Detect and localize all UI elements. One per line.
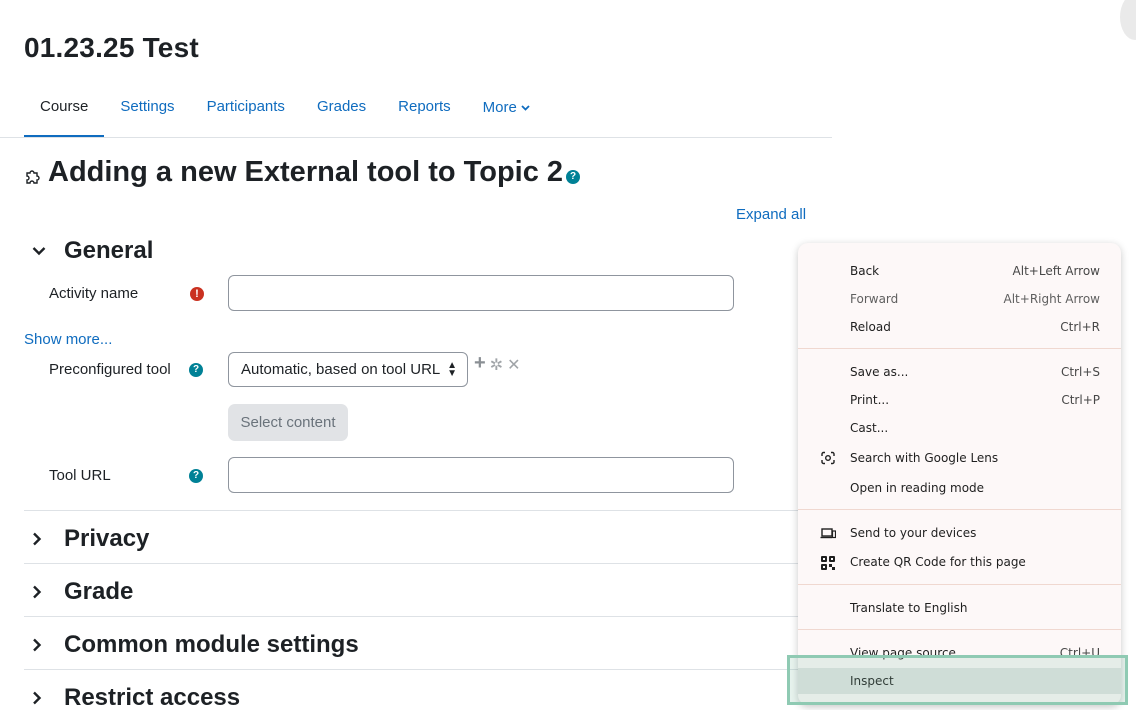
- tool-url-label: Tool URL: [49, 467, 111, 484]
- chevron-down-icon: [24, 239, 58, 263]
- google-lens-icon: [820, 451, 836, 465]
- section-grade-header[interactable]: Grade: [24, 578, 133, 606]
- course-nav: Course Settings Participants Grades Repo…: [24, 86, 832, 138]
- gear-icon[interactable]: ✲: [490, 355, 503, 375]
- menu-item-shortcut: Alt+Right Arrow: [1003, 292, 1100, 306]
- menu-item-cast[interactable]: Cast...: [798, 415, 1121, 441]
- menu-item-label: Send to your devices: [850, 526, 977, 540]
- tool-actions: + ✲ ✕: [474, 353, 521, 375]
- qr-code-icon: [820, 555, 836, 570]
- menu-item-label: Create QR Code for this page: [850, 555, 1026, 569]
- menu-item-send-to-devices[interactable]: Send to your devices: [798, 520, 1121, 546]
- help-icon[interactable]: ?: [189, 469, 203, 483]
- menu-item-print[interactable]: Print... Ctrl+P: [798, 387, 1121, 413]
- select-content-button[interactable]: Select content: [228, 404, 348, 441]
- menu-item-label: Search with Google Lens: [850, 451, 999, 465]
- menu-item-label: Reload: [850, 320, 891, 334]
- context-menu: Back Alt+Left Arrow Forward Alt+Right Ar…: [798, 243, 1121, 705]
- menu-item-shortcut: Ctrl+P: [1061, 393, 1100, 407]
- menu-item-google-lens[interactable]: Search with Google Lens: [798, 445, 1121, 471]
- tab-participants[interactable]: Participants: [191, 86, 301, 138]
- chevron-right-icon: [24, 580, 58, 604]
- menu-item-label: Open in reading mode: [850, 481, 985, 495]
- section-common-title: Common module settings: [64, 631, 359, 658]
- preconfigured-tool-select[interactable]: Automatic, based on tool URL ▲ ▼: [228, 352, 468, 387]
- section-restrict-header[interactable]: Restrict access: [24, 684, 240, 710]
- close-icon[interactable]: ✕: [507, 355, 520, 375]
- section-divider: [24, 669, 832, 670]
- menu-item-forward[interactable]: Forward Alt+Right Arrow: [798, 286, 1121, 312]
- chevron-down-icon: [521, 98, 530, 115]
- tab-more-label: More: [482, 99, 517, 116]
- page-scroll-knob: [1120, 0, 1136, 40]
- nav-divider: [0, 137, 832, 138]
- section-common-header[interactable]: Common module settings: [24, 631, 359, 659]
- section-privacy-header[interactable]: Privacy: [24, 525, 149, 553]
- activity-name-label: Activity name: [49, 285, 139, 302]
- tab-settings[interactable]: Settings: [104, 86, 190, 138]
- menu-item-label: Back: [850, 264, 880, 278]
- chevron-right-icon: [24, 686, 58, 710]
- menu-item-reload[interactable]: Reload Ctrl+R: [798, 314, 1121, 340]
- menu-item-shortcut: Ctrl+R: [1060, 320, 1100, 334]
- tool-url-input[interactable]: [228, 457, 734, 493]
- menu-item-label: Forward: [850, 292, 899, 306]
- preconfigured-tool-label: Preconfigured tool: [49, 361, 171, 378]
- tab-more[interactable]: More: [467, 86, 546, 138]
- expand-all-link[interactable]: Expand all: [736, 206, 806, 223]
- help-icon[interactable]: ?: [189, 363, 203, 377]
- menu-item-shortcut: Ctrl+S: [1060, 365, 1100, 379]
- section-divider: [24, 563, 832, 564]
- menu-item-back[interactable]: Back Alt+Left Arrow: [798, 258, 1121, 284]
- menu-separator: [798, 629, 1121, 630]
- section-general-header[interactable]: General: [24, 237, 153, 265]
- preconfigured-tool-value: Automatic, based on tool URL: [241, 361, 441, 378]
- devices-icon: [820, 526, 837, 540]
- select-arrows-icon: ▲ ▼: [447, 360, 457, 379]
- inspect-highlight: [787, 655, 1128, 705]
- section-general-title: General: [64, 237, 154, 264]
- chevron-right-icon: [24, 633, 58, 657]
- menu-item-label: Print...: [850, 393, 890, 407]
- menu-item-reading-mode[interactable]: Open in reading mode: [798, 475, 1121, 501]
- menu-item-qr-code[interactable]: Create QR Code for this page: [798, 549, 1121, 575]
- tab-reports[interactable]: Reports: [382, 86, 467, 138]
- menu-separator: [798, 584, 1121, 585]
- course-title: 01.23.25 Test: [24, 32, 199, 63]
- section-grade-title: Grade: [64, 578, 134, 605]
- show-more-link[interactable]: Show more...: [24, 331, 112, 348]
- section-divider: [24, 510, 832, 511]
- chevron-right-icon: [24, 527, 58, 551]
- section-divider: [24, 616, 832, 617]
- page-title: Adding a new External tool to Topic 2: [48, 156, 564, 188]
- puzzle-icon: [24, 167, 42, 185]
- menu-item-translate[interactable]: Translate to English: [798, 595, 1121, 621]
- help-icon[interactable]: ?: [566, 169, 581, 184]
- menu-item-save-as[interactable]: Save as... Ctrl+S: [798, 359, 1121, 385]
- tab-grades[interactable]: Grades: [301, 86, 382, 138]
- required-icon: !: [190, 287, 204, 301]
- menu-item-label: Cast...: [850, 421, 889, 435]
- menu-separator: [798, 509, 1121, 510]
- section-restrict-title: Restrict access: [64, 684, 241, 710]
- menu-item-label: Save as...: [850, 365, 909, 379]
- menu-item-label: Translate to English: [850, 601, 968, 615]
- menu-item-shortcut: Alt+Left Arrow: [1012, 264, 1100, 278]
- page-heading: Adding a new External tool to Topic 2 ?: [24, 156, 581, 189]
- activity-name-input[interactable]: [228, 275, 734, 311]
- menu-separator: [798, 348, 1121, 349]
- add-icon[interactable]: +: [474, 353, 486, 375]
- tab-course[interactable]: Course: [24, 86, 105, 138]
- section-privacy-title: Privacy: [64, 525, 150, 552]
